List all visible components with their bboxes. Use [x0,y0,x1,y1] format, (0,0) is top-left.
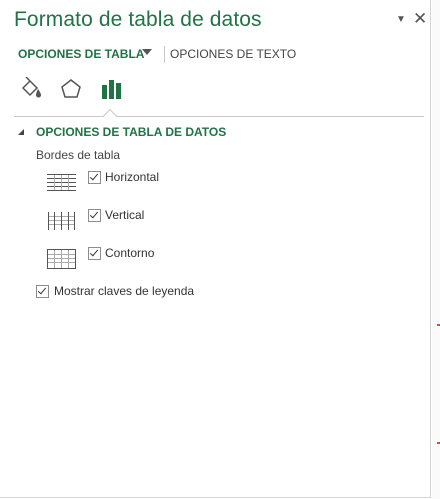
tab-text-options[interactable]: OPCIONES DE TEXTO [170,47,296,61]
option-legend-keys: Mostrar claves de leyenda [36,284,276,301]
caret-down-icon[interactable]: ▼ [396,14,406,25]
outline-label[interactable]: Contorno [105,246,154,260]
section-title: OPCIONES DE TABLA DE DATOS [36,125,227,139]
outline-checkbox[interactable] [88,247,101,260]
vertical-label[interactable]: Vertical [105,208,144,222]
option-outline: Contorno [46,246,286,271]
horizontal-checkbox[interactable] [88,171,101,184]
selected-tab-pointer [102,108,118,124]
table-options-chart-icon[interactable] [98,76,124,102]
option-horizontal: Horizontal [46,170,286,195]
vertical-borders-icon [48,212,75,230]
window-edge [432,0,440,499]
vertical-checkbox[interactable] [88,209,101,222]
effects-pentagon-icon[interactable] [58,76,84,102]
tab-underline [14,116,424,117]
tab-table-options[interactable]: OPCIONES DE TABLA [18,47,144,61]
legend-keys-label[interactable]: Mostrar claves de leyenda [54,284,194,298]
legend-keys-checkbox[interactable] [36,285,49,298]
borders-label: Bordes de tabla [36,148,121,162]
horizontal-borders-icon [47,174,76,191]
horizontal-label[interactable]: Horizontal [105,170,159,184]
tab-divider [164,46,165,63]
outline-borders-icon [47,249,76,269]
collapse-triangle-icon[interactable] [18,129,24,135]
close-icon[interactable]: ✕ [413,9,427,29]
tab-dropdown-caret-icon[interactable] [142,49,152,55]
format-pane: Formato de tabla de datos ▼ ✕ OPCIONES D… [0,0,431,498]
pane-title: Formato de tabla de datos [14,8,262,31]
fill-line-icon[interactable] [18,76,44,102]
option-vertical: Vertical [46,208,286,233]
